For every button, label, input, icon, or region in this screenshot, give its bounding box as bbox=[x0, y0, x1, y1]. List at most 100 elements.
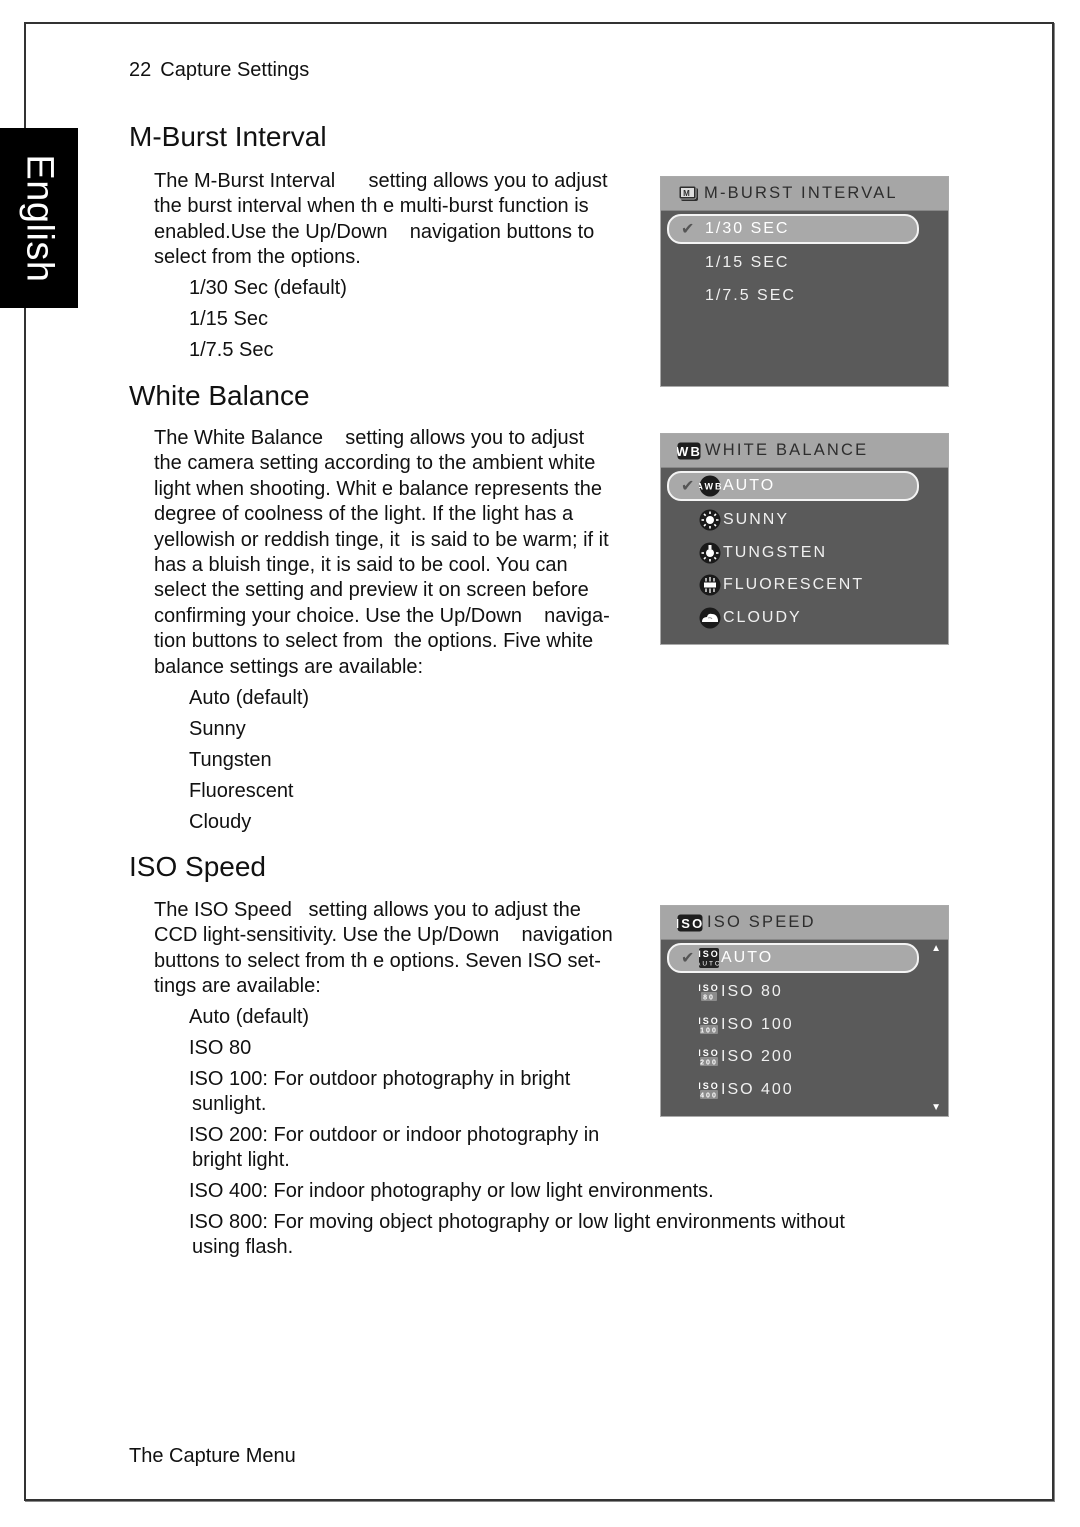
iso-auto-icon: ISO AUTO bbox=[699, 948, 719, 968]
svg-text:ISO: ISO bbox=[699, 983, 719, 993]
checkmark-icon: ✔ bbox=[681, 478, 697, 495]
svg-text:AWB: AWB bbox=[699, 482, 721, 492]
section-title: Capture Settings bbox=[160, 59, 310, 81]
option-item: ISO 80 bbox=[189, 1037, 252, 1059]
option-text-cont: bright light. bbox=[192, 1149, 290, 1171]
svg-text:WB: WB bbox=[677, 444, 701, 459]
text-line: has a bluish tinge, it is said to be coo… bbox=[154, 554, 568, 577]
menu-item[interactable]: 1/7.5 SEC bbox=[661, 280, 948, 313]
page-number: 22 bbox=[129, 59, 152, 81]
multi-burst-icon: M bbox=[678, 185, 700, 203]
menu-item[interactable]: ISO 400 ISO 400 bbox=[661, 1074, 948, 1107]
menu-item[interactable]: 1/15 SEC bbox=[661, 247, 948, 280]
svg-text:M: M bbox=[683, 189, 692, 198]
scroll-up-arrow[interactable]: ▲ bbox=[931, 943, 941, 954]
menu-item-selected[interactable]: ✔ AWB AUTO bbox=[667, 471, 919, 501]
menu-item[interactable]: TUNGSTEN bbox=[661, 537, 948, 570]
text-line: yellowish or reddish tinge, it is said t… bbox=[154, 528, 609, 551]
iso-speed-menu-screen: ISO ISO SPEED ▲ ✔ ISOAUTO AUTO ISO 80 ISO… bbox=[660, 905, 949, 1117]
menu-item[interactable]: FLUORESCENT bbox=[661, 569, 948, 602]
checkmark-icon: ✔ bbox=[681, 221, 697, 238]
menu-title: ISO SPEED bbox=[707, 913, 816, 931]
white-balance-menu-screen: WB WHITE BALANCE ✔ AWB AUTO SUNNY TUNGST… bbox=[660, 433, 949, 645]
menu-item[interactable]: ISO 200 ISO 200 bbox=[661, 1041, 948, 1074]
mburst-heading: M-Burst Interval bbox=[129, 121, 327, 152]
option-item: 1/30 Sec (default) bbox=[189, 277, 347, 299]
text-line: CCD light-sensitivity. Use the Up/Down n… bbox=[154, 924, 613, 947]
option-item: 1/15 Sec bbox=[189, 308, 268, 330]
cloud-icon bbox=[699, 607, 721, 629]
scroll-down-arrow[interactable]: ▼ bbox=[931, 1102, 941, 1113]
text-line: select from the options. bbox=[154, 246, 361, 269]
iso-200-icon: ISO 200 bbox=[699, 1047, 719, 1067]
option-item: ISO 400: For indoor photography or low l… bbox=[189, 1180, 714, 1202]
iso-400-icon: ISO 400 bbox=[699, 1080, 719, 1100]
menu-item-label: 1/15 SEC bbox=[705, 254, 790, 272]
option-text: ISO 200: For outdoor or indoor photograp… bbox=[189, 1124, 600, 1146]
menu-item-label: ISO 100 bbox=[721, 1015, 794, 1033]
menu-item-label: 1/7.5 SEC bbox=[705, 286, 796, 304]
option-item: Sunny bbox=[189, 718, 246, 740]
option-text: ISO 100: For outdoor photography in brig… bbox=[189, 1068, 571, 1090]
text-line: balance settings are available: bbox=[154, 655, 424, 678]
iso-speed-description: The ISO Speed setting allows you to adju… bbox=[154, 898, 613, 1000]
menu-item-selected[interactable]: ✔ 1/30 SEC bbox=[667, 214, 919, 244]
option-item: ISO 200: For outdoor or indoor photograp… bbox=[189, 1123, 649, 1173]
sun-icon bbox=[699, 509, 721, 531]
option-item: ISO 800: For moving object photography o… bbox=[189, 1210, 929, 1260]
svg-text:ISO: ISO bbox=[699, 1048, 719, 1058]
text-line: tings are available: bbox=[154, 975, 321, 998]
svg-text:ISO: ISO bbox=[699, 949, 719, 959]
menu-title: M-BURST INTERVAL bbox=[704, 184, 898, 202]
running-footer: The Capture Menu bbox=[129, 1445, 296, 1467]
menu-header: WB WHITE BALANCE bbox=[661, 434, 948, 468]
text-line: The White Balance setting allows you to … bbox=[154, 427, 585, 449]
iso-icon: ISO bbox=[677, 914, 703, 932]
text-line: The ISO Speed setting allows you to adju… bbox=[154, 899, 581, 921]
option-item: ISO 100: For outdoor photography in brig… bbox=[189, 1067, 649, 1117]
option-text: ISO 800: For moving object photography o… bbox=[189, 1211, 845, 1233]
menu-item-label: TUNGSTEN bbox=[723, 543, 827, 561]
menu-item[interactable]: SUNNY bbox=[661, 504, 948, 537]
wb-icon: WB bbox=[677, 442, 701, 460]
white-balance-heading: White Balance bbox=[129, 380, 310, 411]
svg-text:80: 80 bbox=[703, 995, 715, 1002]
option-item: Tungsten bbox=[189, 749, 272, 771]
svg-text:ISO: ISO bbox=[677, 916, 703, 931]
text-line: light when shooting. Whit e balance repr… bbox=[154, 477, 603, 500]
menu-item-label: ISO 400 bbox=[721, 1081, 794, 1099]
svg-text:200: 200 bbox=[700, 1060, 718, 1067]
svg-text:ISO: ISO bbox=[699, 1016, 719, 1026]
white-balance-description: The White Balance setting allows you to … bbox=[154, 426, 610, 680]
menu-header: M M-BURST INTERVAL bbox=[661, 177, 948, 211]
option-item: 1/7.5 Sec bbox=[189, 339, 274, 361]
option-item: Auto (default) bbox=[189, 1006, 310, 1028]
running-header: 22 Capture Settings bbox=[129, 59, 309, 82]
option-text-cont: sunlight. bbox=[192, 1093, 267, 1115]
option-item: Auto (default) bbox=[189, 687, 310, 709]
checkmark-icon: ✔ bbox=[681, 950, 697, 967]
text-line: buttons to select from th e options. Sev… bbox=[154, 949, 601, 972]
menu-item-label: FLUORESCENT bbox=[723, 576, 865, 594]
menu-item-label: SUNNY bbox=[723, 511, 790, 529]
menu-item-label: ISO 200 bbox=[721, 1048, 794, 1066]
text-line: confirming your choice. Use the Up/Down … bbox=[154, 604, 610, 627]
language-tab-label: English bbox=[18, 153, 61, 283]
svg-text:ISO: ISO bbox=[699, 1081, 719, 1091]
svg-text:400: 400 bbox=[700, 1093, 718, 1100]
menu-item-label: 1/30 SEC bbox=[705, 220, 790, 237]
text-line: enabled.Use the Up/Down navigation butto… bbox=[154, 220, 595, 243]
menu-item-selected[interactable]: ✔ ISOAUTO AUTO bbox=[667, 943, 919, 973]
iso-speed-heading: ISO Speed bbox=[129, 851, 266, 882]
option-item: Fluorescent bbox=[189, 780, 294, 802]
iso-80-icon: ISO 80 bbox=[699, 982, 719, 1002]
menu-item-label: CLOUDY bbox=[723, 609, 802, 627]
fluorescent-icon bbox=[699, 574, 721, 596]
menu-item[interactable]: CLOUDY bbox=[661, 602, 948, 635]
menu-item-label: AUTO bbox=[721, 949, 774, 966]
menu-item[interactable]: ISO 100 ISO 100 bbox=[661, 1009, 948, 1042]
text-line: the camera setting according to the ambi… bbox=[154, 452, 596, 475]
text-line: tion buttons to select from the options.… bbox=[154, 630, 594, 653]
menu-header: ISO ISO SPEED bbox=[661, 906, 948, 940]
menu-item[interactable]: ISO 80 ISO 80 bbox=[661, 976, 948, 1009]
